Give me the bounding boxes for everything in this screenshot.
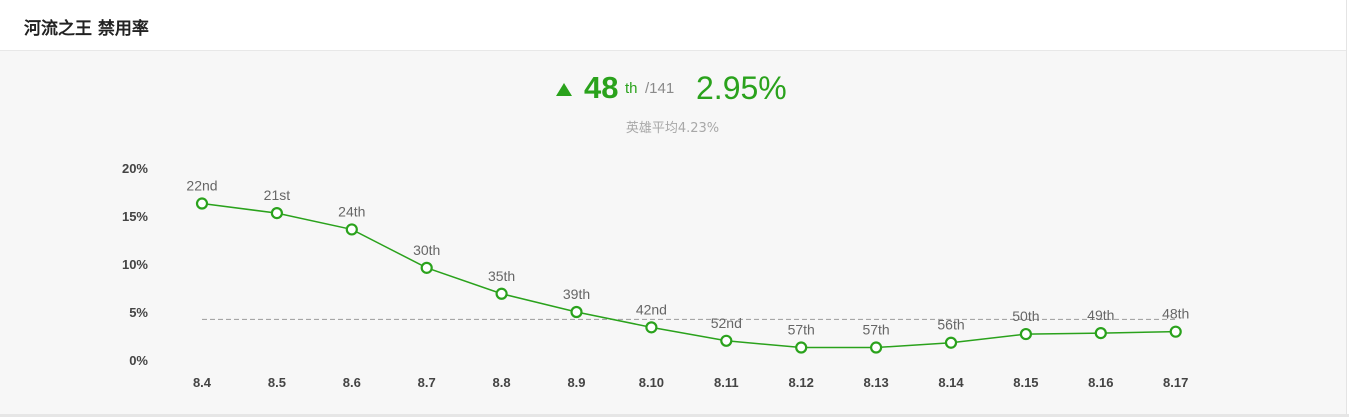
data-label: 57th [788,322,815,338]
data-point [495,287,508,300]
data-label: 22nd [186,178,217,194]
data-point [720,334,733,347]
y-tick-label: 10% [122,257,148,272]
y-tick-label: 15% [122,209,148,224]
x-tick-label: 8.4 [193,375,212,390]
data-label: 48th [1162,306,1189,322]
data-label: 50th [1012,308,1039,324]
data-point [570,305,583,319]
data-point [645,321,658,334]
data-label: 21st [264,187,291,203]
x-tick-label: 8.11 [714,375,739,390]
data-label: 49th [1087,307,1114,323]
x-tick-label: 8.5 [268,375,286,390]
data-point [1169,325,1182,338]
x-tick-label: 8.7 [418,375,436,390]
data-label: 42nd [636,301,667,317]
x-tick-label: 8.6 [343,375,361,390]
line-chart: 0% 5% 10% 15% 20% 8.4 8.5 8.6 8.7 8.8 8.9 8.10 8.11 8… [122,161,1189,390]
y-tick-label: 0% [129,353,148,368]
data-point [270,207,283,220]
data-label: 52nd [711,315,742,331]
data-label: 35th [488,268,515,284]
x-tick-label: 8.8 [493,375,511,390]
x-tick-label: 8.16 [1088,375,1113,390]
data-point [1019,327,1033,341]
x-tick-label: 8.12 [789,375,814,390]
x-tick-label: 8.14 [938,375,964,390]
data-label: 30th [413,242,440,258]
y-tick-label: 20% [122,161,148,176]
data-point [420,261,433,274]
x-tick-label: 8.10 [639,375,664,390]
x-tick-label: 8.9 [567,375,585,390]
data-label: 39th [563,286,590,302]
data-point [944,336,958,349]
right-border [1346,0,1347,417]
x-tick-label: 8.17 [1163,375,1188,390]
data-point [195,197,209,210]
x-tick-label: 8.13 [863,375,888,390]
data-label: 56th [937,317,964,333]
data-label: 57th [862,322,889,338]
data-point [1094,327,1107,340]
y-tick-label: 5% [129,305,148,320]
data-point [795,341,808,354]
x-tick-label: 8.15 [1013,375,1038,390]
data-label: 24th [338,203,365,219]
data-point [869,341,883,354]
data-point [345,223,358,236]
